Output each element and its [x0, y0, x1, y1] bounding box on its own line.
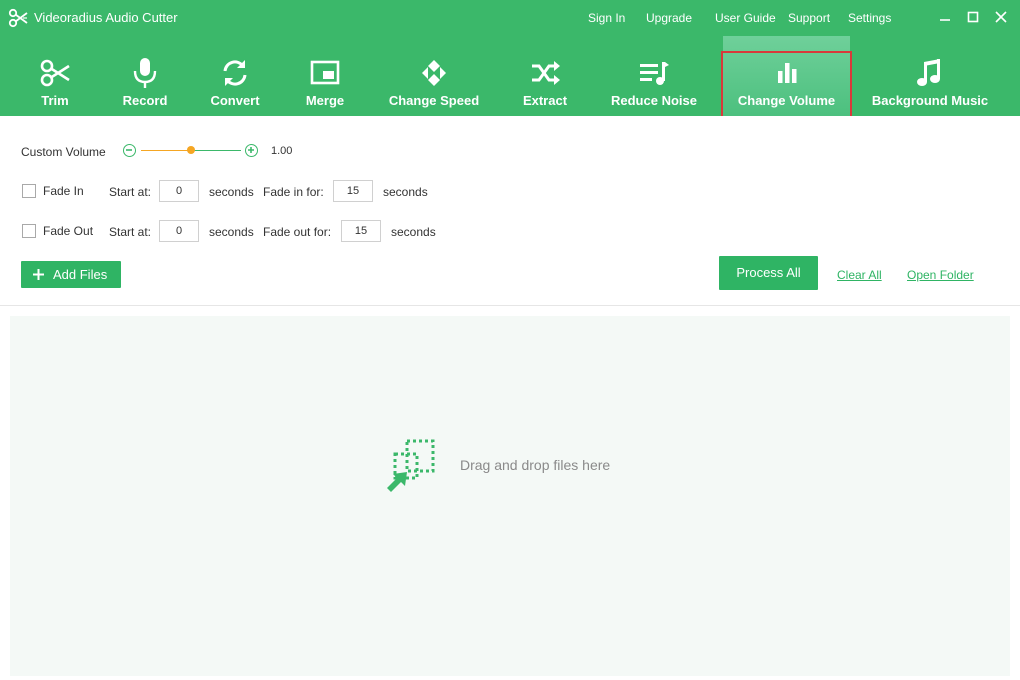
bar-chart-icon — [777, 63, 796, 83]
refresh-icon — [223, 60, 247, 86]
fade-in-duration-unit: seconds — [383, 185, 428, 199]
volume-slider-track[interactable] — [191, 150, 241, 151]
add-files-label: Add Files — [53, 267, 108, 282]
scissors-logo-icon — [8, 8, 28, 28]
settings-link[interactable]: Settings — [848, 11, 891, 25]
fade-out-label: Fade Out — [43, 224, 94, 238]
fade-in-duration-label: Fade in for: — [263, 185, 324, 199]
clear-all-link[interactable]: Clear All — [837, 268, 882, 282]
shuffle-icon — [532, 61, 560, 85]
tool-reduce-noise[interactable]: Reduce Noise — [600, 36, 708, 116]
support-link[interactable]: Support — [788, 11, 830, 25]
open-folder-link[interactable]: Open Folder — [907, 268, 974, 282]
volume-value: 1.00 — [271, 145, 293, 157]
options-panel: Custom Volume 1.00 Fade In Start at: 0 s… — [0, 116, 1020, 306]
volume-slider-thumb[interactable] — [187, 146, 195, 154]
volume-increase-button[interactable] — [245, 144, 258, 157]
volume-slider-fill — [141, 150, 191, 151]
tool-convert-label: Convert — [210, 93, 260, 108]
tool-trim[interactable]: Trim — [18, 36, 92, 116]
fade-in-start-label: Start at: — [109, 185, 152, 199]
fade-out-checkbox[interactable] — [22, 224, 36, 238]
tool-convert[interactable]: Convert — [198, 36, 272, 116]
fade-out-duration-input[interactable]: 15 — [341, 220, 381, 242]
app-title: Videoradius Audio Cutter — [34, 10, 178, 25]
custom-volume-label: Custom Volume — [21, 145, 106, 159]
fade-out-start-input[interactable]: 0 — [159, 220, 199, 242]
tool-trim-label: Trim — [41, 93, 69, 108]
fade-out-duration-unit: seconds — [391, 225, 436, 239]
plus-icon — [33, 269, 44, 280]
dpad-icon — [422, 60, 446, 86]
fade-in-checkbox[interactable] — [22, 184, 36, 198]
drop-zone[interactable]: Drag and drop files here — [10, 316, 1010, 676]
drag-drop-icon — [387, 439, 435, 492]
tool-merge[interactable]: Merge — [288, 36, 362, 116]
picture-in-picture-icon — [310, 60, 340, 85]
drop-zone-text: Drag and drop files here — [460, 457, 611, 473]
fade-out-duration-label: Fade out for: — [263, 225, 332, 239]
scissors-icon — [40, 59, 70, 87]
minimize-icon[interactable] — [938, 10, 952, 24]
tool-background-music[interactable]: Background Music — [862, 36, 998, 116]
process-all-button[interactable]: Process All — [719, 256, 818, 290]
tool-background-music-label: Background Music — [871, 93, 989, 108]
fade-in-start-unit: seconds — [209, 185, 254, 199]
tool-reduce-noise-label: Reduce Noise — [611, 93, 697, 108]
fade-in-start-input[interactable]: 0 — [159, 180, 199, 202]
volume-decrease-button[interactable] — [123, 144, 136, 157]
fade-out-start-unit: seconds — [209, 225, 254, 239]
maximize-icon[interactable] — [966, 10, 980, 24]
add-files-button[interactable]: Add Files — [21, 261, 121, 288]
main-toolbar: Trim Record Convert Merge Change Speed E… — [0, 36, 1020, 116]
tool-extract[interactable]: Extract — [505, 36, 585, 116]
microphone-icon — [133, 58, 157, 88]
tool-merge-label: Merge — [305, 93, 345, 108]
fade-in-label: Fade In — [43, 184, 84, 198]
minus-icon — [126, 149, 132, 151]
tool-change-volume-label: Change Volume — [737, 93, 836, 108]
close-icon[interactable] — [994, 10, 1008, 24]
tool-change-speed[interactable]: Change Speed — [378, 36, 490, 116]
upgrade-link[interactable]: Upgrade — [646, 11, 692, 25]
fade-out-start-label: Start at: — [109, 225, 152, 239]
tool-record[interactable]: Record — [108, 36, 182, 116]
user-guide-link[interactable]: User Guide — [715, 11, 776, 25]
fade-in-duration-input[interactable]: 15 — [333, 180, 373, 202]
tool-change-volume[interactable]: Change Volume — [723, 36, 850, 116]
tool-extract-label: Extract — [522, 93, 568, 108]
plus-icon — [248, 147, 254, 153]
playlist-icon — [640, 62, 669, 85]
tool-record-label: Record — [122, 93, 168, 108]
title-bar: Videoradius Audio Cutter Sign In Upgrade… — [0, 0, 1020, 36]
sign-in-link[interactable]: Sign In — [588, 11, 625, 25]
tool-change-speed-label: Change Speed — [388, 93, 480, 108]
music-note-icon — [917, 59, 940, 86]
